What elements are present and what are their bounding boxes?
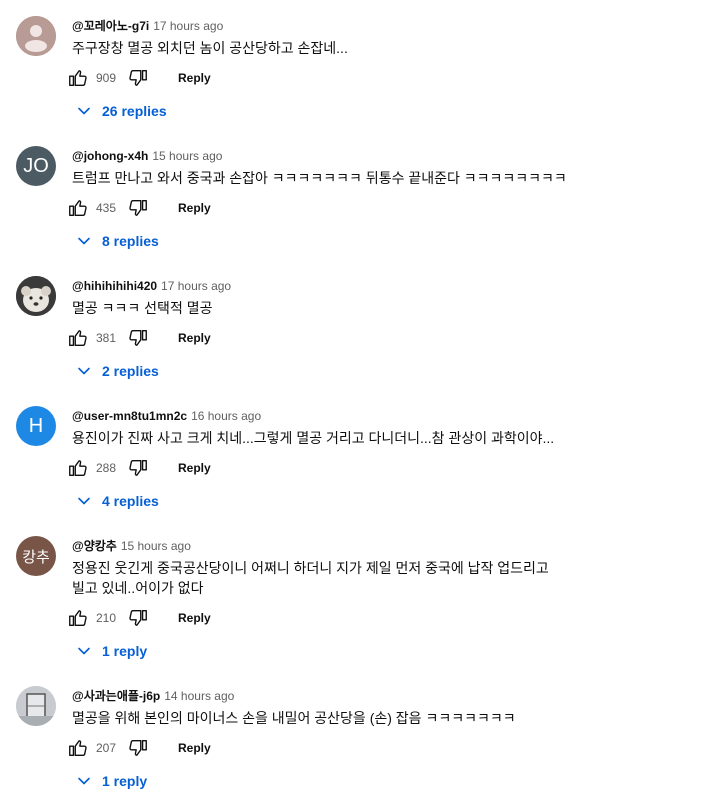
avatar[interactable]: H bbox=[16, 406, 56, 446]
avatar[interactable] bbox=[16, 276, 56, 316]
comment-actions: 435 Reply bbox=[66, 196, 217, 220]
comment-thread: 캉추 @양캉추 15 hours ago 정용진 웃긴게 중국공산당이니 어쩌니 … bbox=[0, 520, 711, 659]
avatar[interactable]: 캉추 bbox=[16, 536, 56, 576]
timestamp[interactable]: 15 hours ago bbox=[121, 539, 191, 553]
author-handle[interactable]: @사과는애플-j6p bbox=[72, 689, 160, 703]
avatar[interactable] bbox=[16, 16, 56, 56]
reply-button[interactable]: Reply bbox=[172, 737, 217, 759]
timestamp[interactable]: 14 hours ago bbox=[164, 689, 234, 703]
comment-actions: 207 Reply bbox=[66, 736, 217, 760]
thumbs-down-icon[interactable] bbox=[126, 456, 150, 480]
like-count: 381 bbox=[96, 331, 117, 345]
reply-button[interactable]: Reply bbox=[172, 327, 217, 349]
like-count: 909 bbox=[96, 71, 117, 85]
chevron-down-icon bbox=[78, 237, 90, 245]
timestamp[interactable]: 17 hours ago bbox=[153, 19, 223, 33]
thumbs-up-icon[interactable] bbox=[66, 606, 90, 630]
replies-count-label: 2 replies bbox=[102, 363, 159, 379]
thumbs-up-icon[interactable] bbox=[66, 326, 90, 350]
comment-text: 용진이가 진짜 사고 크게 치네...그렇게 멸공 거리고 다니더니...참 관… bbox=[72, 430, 555, 446]
thumbs-down-icon[interactable] bbox=[126, 326, 150, 350]
view-replies-button[interactable]: 2 replies bbox=[76, 361, 159, 381]
timestamp[interactable]: 15 hours ago bbox=[152, 149, 222, 163]
comment-header: @user-mn8tu1mn2c 16 hours ago bbox=[72, 407, 261, 423]
like-count: 435 bbox=[96, 201, 117, 215]
comment-actions: 381 Reply bbox=[66, 326, 217, 350]
author-handle[interactable]: @user-mn8tu1mn2c bbox=[72, 409, 187, 423]
reply-button[interactable]: Reply bbox=[172, 197, 217, 219]
comment-thread: @꼬레아노-g7i 17 hours ago 주구장창 멸공 외치던 놈이 공산당… bbox=[0, 0, 711, 130]
thumbs-down-icon[interactable] bbox=[126, 736, 150, 760]
thumbs-down-icon[interactable] bbox=[126, 606, 150, 630]
default-person-icon bbox=[16, 16, 56, 56]
author-handle[interactable]: @꼬레아노-g7i bbox=[72, 19, 149, 33]
view-replies-button[interactable]: 8 replies bbox=[76, 231, 159, 251]
thumbs-up-icon[interactable] bbox=[66, 736, 90, 760]
comment-header: @johong-x4h 15 hours ago bbox=[72, 147, 222, 163]
comment-text: 멸공 ㅋㅋㅋ 선택적 멸공 bbox=[72, 300, 213, 316]
thumbs-up-icon[interactable] bbox=[66, 66, 90, 90]
reply-button[interactable]: Reply bbox=[172, 67, 217, 89]
reply-button[interactable]: Reply bbox=[172, 457, 217, 479]
reply-button[interactable]: Reply bbox=[172, 607, 217, 629]
avatar-initials: H bbox=[28, 414, 44, 437]
author-handle[interactable]: @양캉추 bbox=[72, 539, 117, 553]
comment-actions: 210 Reply bbox=[66, 606, 217, 630]
comment-text: 정용진 웃긴게 중국공산당이니 어쩌니 하더니 지가 제일 먼저 중국에 납작 … bbox=[72, 560, 549, 596]
like-count: 207 bbox=[96, 741, 117, 755]
thumbs-up-icon[interactable] bbox=[66, 196, 90, 220]
replies-count-label: 1 reply bbox=[102, 773, 148, 789]
comment-thread: JO @johong-x4h 15 hours ago 트럼프 만나고 와서 중국… bbox=[0, 130, 711, 260]
comment-thread: @사과는애플-j6p 14 hours ago 멸공을 위해 본인의 마이너스 손… bbox=[0, 670, 711, 800]
comment-header: @hihihihihi420 17 hours ago bbox=[72, 277, 231, 293]
thumbs-down-icon[interactable] bbox=[126, 66, 150, 90]
timestamp[interactable]: 16 hours ago bbox=[191, 409, 261, 423]
comment-header: @사과는애플-j6p 14 hours ago bbox=[72, 687, 234, 703]
chevron-down-icon bbox=[78, 777, 90, 785]
replies-count-label: 8 replies bbox=[102, 233, 159, 249]
view-replies-button[interactable]: 4 replies bbox=[76, 491, 159, 511]
comment-thread: H @user-mn8tu1mn2c 16 hours ago 용진이가 진짜 사… bbox=[0, 390, 711, 520]
chevron-down-icon bbox=[78, 647, 90, 655]
view-replies-button[interactable]: 26 replies bbox=[76, 101, 167, 121]
comment-header: @양캉추 15 hours ago bbox=[72, 537, 191, 553]
dog-photo-icon bbox=[16, 276, 56, 316]
comment-actions: 288 Reply bbox=[66, 456, 217, 480]
avatar[interactable] bbox=[16, 686, 56, 726]
comment-actions: 909 Reply bbox=[66, 66, 217, 90]
chevron-down-icon bbox=[78, 367, 90, 375]
replies-count-label: 4 replies bbox=[102, 493, 159, 509]
author-handle[interactable]: @johong-x4h bbox=[72, 149, 148, 163]
view-replies-button[interactable]: 1 reply bbox=[76, 771, 147, 791]
comment-text: 트럼프 만나고 와서 중국과 손잡아 ㅋㅋㅋㅋㅋㅋㅋ 뒤통수 끝내준다 ㅋㅋㅋㅋ… bbox=[72, 170, 567, 186]
comment-header: @꼬레아노-g7i 17 hours ago bbox=[72, 17, 223, 33]
author-handle[interactable]: @hihihihihi420 bbox=[72, 279, 157, 293]
timestamp[interactable]: 17 hours ago bbox=[161, 279, 231, 293]
window-photo-icon bbox=[16, 686, 56, 726]
chevron-down-icon bbox=[78, 497, 90, 505]
replies-count-label: 1 reply bbox=[102, 643, 148, 659]
like-count: 210 bbox=[96, 611, 117, 625]
view-replies-button[interactable]: 1 reply bbox=[76, 641, 147, 661]
avatar[interactable]: JO bbox=[16, 146, 56, 186]
avatar-initials: 캉추 bbox=[22, 548, 50, 566]
comment-text: 멸공을 위해 본인의 마이너스 손을 내밀어 공산당을 (손) 잡음 ㅋㅋㅋㅋㅋ… bbox=[72, 710, 516, 726]
replies-count-label: 26 replies bbox=[102, 103, 167, 119]
chevron-down-icon bbox=[78, 107, 90, 115]
thumbs-down-icon[interactable] bbox=[126, 196, 150, 220]
avatar-initials: JO bbox=[23, 154, 49, 177]
comment-thread: @hihihihihi420 17 hours ago 멸공 ㅋㅋㅋ 선택적 멸공… bbox=[0, 260, 711, 390]
comment-text: 주구장창 멸공 외치던 놈이 공산당하고 손잡네... bbox=[72, 40, 348, 56]
like-count: 288 bbox=[96, 461, 117, 475]
thumbs-up-icon[interactable] bbox=[66, 456, 90, 480]
